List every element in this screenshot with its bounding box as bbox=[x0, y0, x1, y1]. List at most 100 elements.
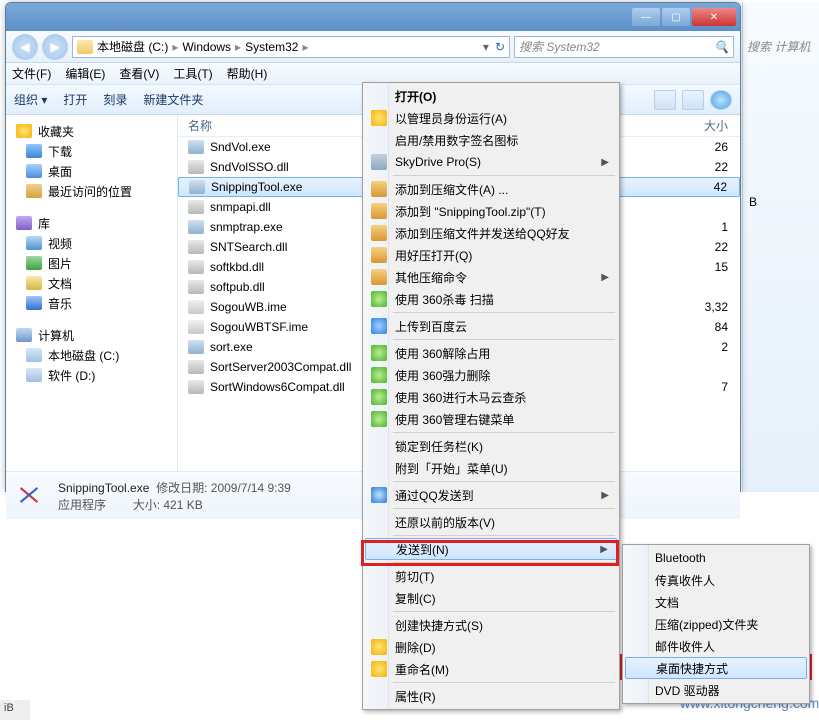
sidebar-desktop[interactable]: 桌面 bbox=[6, 161, 177, 181]
menu-help[interactable]: 帮助(H) bbox=[227, 65, 268, 82]
ctx-addzip[interactable]: 添加到压缩文件(A) ... bbox=[365, 178, 617, 200]
ctx-digisig[interactable]: 启用/禁用数字签名图标 bbox=[365, 129, 617, 151]
crumb-windows[interactable]: Windows bbox=[182, 40, 231, 54]
ctx-rename[interactable]: 重命名(M) bbox=[365, 658, 617, 680]
ctx-openzip[interactable]: 用好压打开(Q) bbox=[365, 244, 617, 266]
file-name: SogouWBTSF.ime bbox=[210, 320, 308, 334]
dll-icon bbox=[188, 360, 204, 374]
sendto-documents[interactable]: 文档 bbox=[625, 591, 807, 613]
ctx-zipsendqq[interactable]: 添加到压缩文件并发送给QQ好友 bbox=[365, 222, 617, 244]
sendto-bluetooth[interactable]: Bluetooth bbox=[625, 547, 807, 569]
taskbar-fragment: iB bbox=[0, 700, 30, 720]
dropdown-icon[interactable]: ▾ bbox=[483, 40, 489, 54]
titlebar[interactable]: — ▢ ✕ bbox=[6, 3, 740, 31]
toolbar-burn[interactable]: 刻录 bbox=[103, 91, 127, 108]
dll-icon bbox=[188, 160, 204, 174]
recent-icon bbox=[26, 184, 42, 198]
sendto-zip[interactable]: 压缩(zipped)文件夹 bbox=[625, 613, 807, 635]
preview-pane-button[interactable] bbox=[682, 90, 704, 110]
exe-icon bbox=[188, 340, 204, 354]
ctx-addzipname[interactable]: 添加到 "SnippingTool.zip"(T) bbox=[365, 200, 617, 222]
music-icon bbox=[26, 296, 42, 310]
ctx-sendto[interactable]: 发送到(N)▶ bbox=[365, 538, 617, 560]
sidebar-computer[interactable]: 计算机 bbox=[6, 325, 177, 345]
crumb-system32[interactable]: System32 bbox=[245, 40, 298, 54]
maximize-button[interactable]: ▢ bbox=[662, 8, 690, 26]
col-name[interactable]: 名称 bbox=[188, 117, 388, 134]
search-input[interactable]: 搜索 System32 🔍 bbox=[514, 36, 734, 58]
menu-view[interactable]: 查看(V) bbox=[119, 65, 159, 82]
crumb-disk[interactable]: 本地磁盘 (C:) bbox=[97, 38, 168, 55]
360-icon bbox=[371, 411, 387, 427]
dll-icon bbox=[188, 260, 204, 274]
360-icon bbox=[371, 345, 387, 361]
ctx-pin-taskbar[interactable]: 锁定到任务栏(K) bbox=[365, 435, 617, 457]
search-icon[interactable]: 🔍 bbox=[714, 40, 729, 54]
sidebar-disk-c[interactable]: 本地磁盘 (C:) bbox=[6, 345, 177, 365]
sidebar-videos[interactable]: 视频 bbox=[6, 233, 177, 253]
help-button[interactable] bbox=[710, 90, 732, 110]
file-name: softpub.dll bbox=[210, 280, 265, 294]
file-name: SndVolSSO.dll bbox=[210, 160, 289, 174]
ctx-cut[interactable]: 剪切(T) bbox=[365, 565, 617, 587]
cloud-icon bbox=[371, 318, 387, 334]
ctx-restore[interactable]: 还原以前的版本(V) bbox=[365, 511, 617, 533]
toolbar-organize[interactable]: 组织 ▾ bbox=[14, 91, 47, 108]
ctx-scan360[interactable]: 使用 360杀毒 扫描 bbox=[365, 288, 617, 310]
refresh-icon[interactable]: ↻ bbox=[495, 40, 505, 54]
sidebar-pictures[interactable]: 图片 bbox=[6, 253, 177, 273]
close-button[interactable]: ✕ bbox=[692, 8, 736, 26]
ctx-properties[interactable]: 属性(R) bbox=[365, 685, 617, 707]
sendto-dvd[interactable]: DVD 驱动器 bbox=[625, 679, 807, 701]
minimize-button[interactable]: — bbox=[632, 8, 660, 26]
menu-file[interactable]: 文件(F) bbox=[12, 65, 51, 82]
menu-edit[interactable]: 编辑(E) bbox=[65, 65, 105, 82]
computer-icon bbox=[16, 328, 32, 342]
sidebar-recent[interactable]: 最近访问的位置 bbox=[6, 181, 177, 201]
sendto-fax[interactable]: 传真收件人 bbox=[625, 569, 807, 591]
crumb-sep-icon: ▸ bbox=[172, 40, 178, 54]
file-name: SortWindows6Compat.dll bbox=[210, 380, 345, 394]
sidebar-favorites[interactable]: 收藏夹 bbox=[6, 121, 177, 141]
ctx-skydrive[interactable]: SkyDrive Pro(S)▶ bbox=[365, 151, 617, 173]
secondary-search-placeholder[interactable]: 搜索 计算机 bbox=[743, 2, 819, 55]
qq-icon bbox=[371, 487, 387, 503]
shield-icon bbox=[371, 661, 387, 677]
ctx-trojan360[interactable]: 使用 360进行木马云查杀 bbox=[365, 386, 617, 408]
ctx-unlock360[interactable]: 使用 360解除占用 bbox=[365, 342, 617, 364]
sidebar-music[interactable]: 音乐 bbox=[6, 293, 177, 313]
ctx-open[interactable]: 打开(O) bbox=[365, 85, 617, 107]
toolbar-newfolder[interactable]: 新建文件夹 bbox=[143, 91, 203, 108]
ctx-runas[interactable]: 以管理员身份运行(A) bbox=[365, 107, 617, 129]
address-bar[interactable]: 本地磁盘 (C:) ▸ Windows ▸ System32 ▸ ▾ ↻ bbox=[72, 36, 510, 58]
ctx-baidu[interactable]: 上传到百度云 bbox=[365, 315, 617, 337]
ctx-shortcut[interactable]: 创建快捷方式(S) bbox=[365, 614, 617, 636]
sendto-desktop-shortcut[interactable]: 桌面快捷方式 bbox=[625, 657, 807, 679]
document-icon bbox=[26, 276, 42, 290]
menu-tools[interactable]: 工具(T) bbox=[173, 65, 212, 82]
sidebar-documents[interactable]: 文档 bbox=[6, 273, 177, 293]
desktop-icon bbox=[26, 164, 42, 178]
toolbar-open[interactable]: 打开 bbox=[63, 91, 87, 108]
sidebar-disk-d[interactable]: 软件 (D:) bbox=[6, 365, 177, 385]
view-options-button[interactable] bbox=[654, 90, 676, 110]
ctx-qqsend[interactable]: 通过QQ发送到▶ bbox=[365, 484, 617, 506]
file-name: SortServer2003Compat.dll bbox=[210, 360, 351, 374]
back-button[interactable]: ◀ bbox=[12, 34, 38, 60]
ctx-copy[interactable]: 复制(C) bbox=[365, 587, 617, 609]
file-size: 42 bbox=[679, 180, 739, 194]
ctx-delete[interactable]: 删除(D) bbox=[365, 636, 617, 658]
dll-icon bbox=[188, 380, 204, 394]
forward-button[interactable]: ▶ bbox=[42, 34, 68, 60]
ctx-menu360[interactable]: 使用 360管理右键菜单 bbox=[365, 408, 617, 430]
sendto-mail[interactable]: 邮件收件人 bbox=[625, 635, 807, 657]
sidebar-libraries[interactable]: 库 bbox=[6, 213, 177, 233]
col-size[interactable]: 大小 bbox=[680, 117, 740, 134]
ctx-otherzip[interactable]: 其他压缩命令▶ bbox=[365, 266, 617, 288]
antivirus-icon bbox=[371, 291, 387, 307]
file-name: SNTSearch.dll bbox=[210, 240, 287, 254]
context-menu: 打开(O) 以管理员身份运行(A) 启用/禁用数字签名图标 SkyDrive P… bbox=[362, 82, 620, 710]
sidebar-downloads[interactable]: 下载 bbox=[6, 141, 177, 161]
ctx-pin-start[interactable]: 附到「开始」菜单(U) bbox=[365, 457, 617, 479]
ctx-del360[interactable]: 使用 360强力删除 bbox=[365, 364, 617, 386]
